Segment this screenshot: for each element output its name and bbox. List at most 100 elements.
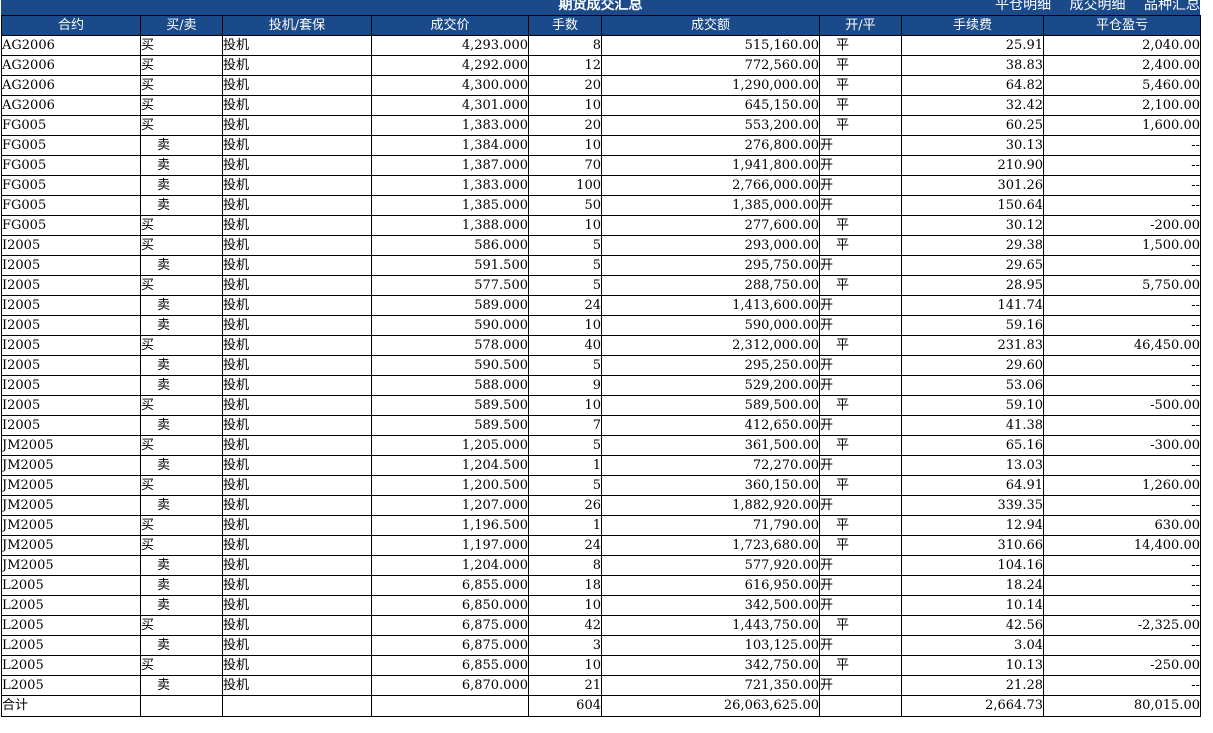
- close-pnl-cell: --: [1043, 595, 1201, 616]
- total-cell: [371, 695, 529, 717]
- fee-cell: 60.25: [901, 115, 1044, 136]
- fee-cell: 42.56: [901, 615, 1044, 636]
- buy-sell-cell: 买: [140, 35, 223, 56]
- buy-sell-cell: 买: [140, 215, 223, 236]
- amount-cell: 1,443,750.00: [601, 615, 820, 636]
- lots-cell: 40: [528, 335, 602, 356]
- lots-cell: 10: [528, 315, 602, 336]
- table-row: FG005 卖投机 1,387.000 70 1,941,800.00 开 210.90 --: [1, 155, 1201, 176]
- buy-sell-cell: 卖: [140, 135, 223, 156]
- amount-cell: 590,000.00: [601, 315, 820, 336]
- contract-cell: I2005: [1, 255, 141, 276]
- lots-cell: 5: [528, 235, 602, 256]
- trade-detail-link[interactable]: 成交明细: [1070, 0, 1126, 13]
- buy-sell-cell: 买: [140, 615, 223, 636]
- spec-hedge-cell: 投机: [222, 575, 372, 596]
- open-close-cell: 开: [819, 595, 902, 616]
- spec-hedge-cell: 投机: [222, 115, 372, 136]
- spec-hedge-cell: 投机: [222, 295, 372, 316]
- spec-hedge-cell: 投机: [222, 195, 372, 216]
- close-pnl-cell: --: [1043, 495, 1201, 516]
- table-row: FG005 卖投机 1,384.000 10 276,800.00 开 30.13 --: [1, 135, 1201, 156]
- buy-sell-cell: 买: [140, 115, 223, 136]
- spec-hedge-cell: 投机: [222, 555, 372, 576]
- close-pnl-cell: --: [1043, 195, 1201, 216]
- open-close-cell: 开: [819, 255, 902, 276]
- close-pnl-cell: 5,460.00: [1043, 75, 1201, 96]
- open-close-cell: 平: [819, 75, 902, 96]
- total-amount: 26,063,625.00: [601, 695, 820, 717]
- table-row: AG2006 买投机 4,300.000 20 1,290,000.00 平 64.82 5,…: [1, 75, 1201, 96]
- price-cell: 578.000: [371, 335, 529, 356]
- open-close-cell: 开: [819, 555, 902, 576]
- contract-cell: L2005: [1, 655, 141, 676]
- fee-cell: 231.83: [901, 335, 1044, 356]
- close-pnl-cell: --: [1043, 355, 1201, 376]
- table-row: JM2005 买投机 1,200.500 5 360,150.00 平 64.91 1,260…: [1, 475, 1201, 496]
- table-row: I2005 卖投机 591.500 5 295,750.00 开 29.65 --: [1, 255, 1201, 276]
- amount-cell: 72,270.00: [601, 455, 820, 476]
- table-body: AG2006 买投机 4,293.000 8 515,160.00 平 25.91 2,040…: [1, 35, 1201, 696]
- spec-hedge-cell: 投机: [222, 655, 372, 676]
- lots-cell: 10: [528, 135, 602, 156]
- open-close-cell: 开: [819, 375, 902, 396]
- open-close-cell: 开: [819, 315, 902, 336]
- contract-cell: I2005: [1, 355, 141, 376]
- contract-cell: L2005: [1, 615, 141, 636]
- open-close-cell: 平: [819, 275, 902, 296]
- close-detail-link[interactable]: 平仓明细: [995, 0, 1051, 13]
- open-close-cell: 平: [819, 35, 902, 56]
- amount-cell: 293,000.00: [601, 235, 820, 256]
- table-row: JM2005 卖投机 1,204.000 8 577,920.00 开 104.16 --: [1, 555, 1201, 576]
- table-row: L2005 买投机 6,855.000 10 342,750.00 平 10.13 -250.…: [1, 655, 1201, 676]
- open-close-cell: 平: [819, 235, 902, 256]
- open-close-cell: 开: [819, 495, 902, 516]
- open-close-cell: 平: [819, 515, 902, 536]
- table-row: I2005 卖投机 589.500 7 412,650.00 开 41.38 --: [1, 415, 1201, 436]
- product-summary-link[interactable]: 品种汇总: [1144, 0, 1200, 13]
- spec-hedge-cell: 投机: [222, 335, 372, 356]
- price-cell: 1,383.000: [371, 175, 529, 196]
- close-pnl-cell: --: [1043, 455, 1201, 476]
- futures-trade-summary-table: 合约 买/卖 投机/套保 成交价 手数 成交额 开/平 手续费 平仓盈亏 AG2…: [1, 15, 1201, 717]
- buy-sell-cell: 卖: [140, 315, 223, 336]
- close-pnl-cell: --: [1043, 135, 1201, 156]
- close-pnl-cell: 1,260.00: [1043, 475, 1201, 496]
- close-pnl-cell: 1,500.00: [1043, 235, 1201, 256]
- fee-cell: 301.26: [901, 175, 1044, 196]
- contract-cell: L2005: [1, 595, 141, 616]
- buy-sell-cell: 买: [140, 235, 223, 256]
- contract-cell: JM2005: [1, 435, 141, 456]
- total-row: 合计 604 26,063,625.00 2,664.73 80,015.00: [1, 695, 1201, 717]
- price-cell: 1,385.000: [371, 195, 529, 216]
- lots-cell: 7: [528, 415, 602, 436]
- price-cell: 1,207.000: [371, 495, 529, 516]
- spec-hedge-cell: 投机: [222, 135, 372, 156]
- lots-cell: 5: [528, 275, 602, 296]
- contract-cell: I2005: [1, 415, 141, 436]
- contract-cell: JM2005: [1, 455, 141, 476]
- buy-sell-cell: 卖: [140, 495, 223, 516]
- open-close-cell: 开: [819, 455, 902, 476]
- buy-sell-cell: 卖: [140, 155, 223, 176]
- lots-cell: 24: [528, 295, 602, 316]
- price-cell: 6,875.000: [371, 635, 529, 656]
- lots-cell: 5: [528, 435, 602, 456]
- buy-sell-cell: 买: [140, 435, 223, 456]
- contract-cell: I2005: [1, 315, 141, 336]
- spec-hedge-cell: 投机: [222, 455, 372, 476]
- spec-hedge-cell: 投机: [222, 275, 372, 296]
- contract-cell: JM2005: [1, 555, 141, 576]
- contract-cell: AG2006: [1, 95, 141, 116]
- amount-cell: 342,750.00: [601, 655, 820, 676]
- fee-cell: 29.38: [901, 235, 1044, 256]
- spec-hedge-cell: 投机: [222, 315, 372, 336]
- fee-cell: 339.35: [901, 495, 1044, 516]
- contract-cell: I2005: [1, 375, 141, 396]
- lots-cell: 3: [528, 635, 602, 656]
- price-cell: 1,387.000: [371, 155, 529, 176]
- close-pnl-cell: --: [1043, 675, 1201, 696]
- lots-cell: 26: [528, 495, 602, 516]
- total-cell: [140, 695, 223, 717]
- amount-cell: 1,385,000.00: [601, 195, 820, 216]
